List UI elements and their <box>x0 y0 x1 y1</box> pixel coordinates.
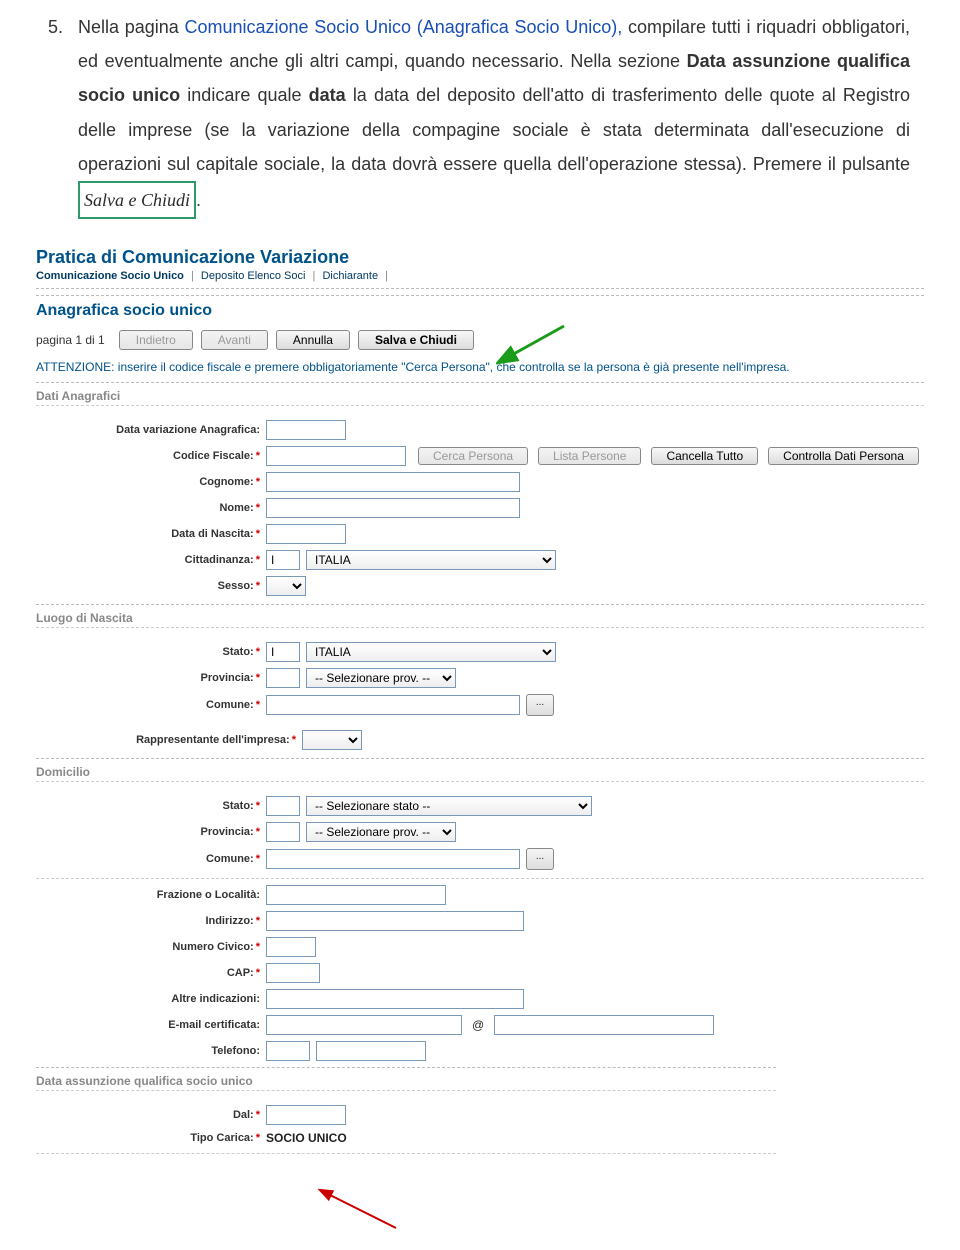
select-birth-provincia[interactable]: -- Selezionare prov. -- <box>306 668 456 688</box>
label-sesso: Sesso:* <box>36 580 266 592</box>
label-cap: CAP:* <box>36 967 266 979</box>
cancella-tutto-button[interactable]: Cancella Tutto <box>651 447 758 465</box>
label-civico: Numero Civico:* <box>36 941 266 953</box>
input-frazione[interactable] <box>266 885 446 905</box>
input-birth-stato-code[interactable] <box>266 642 300 662</box>
label-pec: E-mail certificata: <box>36 1019 266 1031</box>
input-cognome[interactable] <box>266 472 520 492</box>
label-dal: Dal:* <box>36 1109 266 1121</box>
instr-bold-data: data <box>309 85 346 105</box>
select-birth-stato[interactable]: ITALIA <box>306 642 556 662</box>
lookup-comune-birth-button[interactable]: ... <box>526 694 554 716</box>
forward-button[interactable]: Avanti <box>201 330 268 350</box>
cancel-button[interactable]: Annulla <box>276 330 350 350</box>
toolbar: pagina 1 di 1 Indietro Avanti Annulla Sa… <box>36 330 924 350</box>
label-rappresentante: Rappresentante dell'impresa:* <box>36 734 302 746</box>
lookup-comune-dom-button[interactable]: ... <box>526 848 554 870</box>
label-birth-comune: Comune:* <box>36 699 266 711</box>
red-arrow-icon <box>318 1186 408 1236</box>
group-anagrafici: Dati Anagrafici <box>36 382 924 406</box>
input-indirizzo[interactable] <box>266 911 524 931</box>
label-indirizzo: Indirizzo:* <box>36 915 266 927</box>
label-tipo-carica: Tipo Carica:* <box>36 1132 266 1144</box>
input-birth-prov-code[interactable] <box>266 668 300 688</box>
tab-deposito[interactable]: Deposito Elenco Soci <box>201 270 306 282</box>
input-dom-stato-code[interactable] <box>266 796 300 816</box>
label-altre: Altre indicazioni: <box>36 993 266 1005</box>
select-dom-provincia[interactable]: -- Selezionare prov. -- <box>306 822 456 842</box>
group-qualifica: Data assunzione qualifica socio unico <box>36 1067 776 1091</box>
select-dom-stato[interactable]: -- Selezionare stato -- <box>306 796 592 816</box>
select-rappresentante[interactable] <box>302 730 362 750</box>
label-data-nascita: Data di Nascita:* <box>36 528 266 540</box>
input-civico[interactable] <box>266 937 316 957</box>
section-title: Anagrafica socio unico <box>36 295 924 320</box>
tab-dichiarante[interactable]: Dichiarante <box>322 270 378 282</box>
instr-text: Nella pagina <box>78 17 185 37</box>
label-nome: Nome:* <box>36 502 266 514</box>
input-tel-prefix[interactable] <box>266 1041 310 1061</box>
save-button[interactable]: Salva e Chiudi <box>358 330 474 350</box>
page-title: Pratica di Comunicazione Variazione <box>36 247 924 268</box>
label-birth-stato: Stato:* <box>36 646 266 658</box>
pager-label: pagina 1 di 1 <box>36 333 105 347</box>
label-birth-provincia: Provincia:* <box>36 672 266 684</box>
input-tel-number[interactable] <box>316 1041 426 1061</box>
input-birth-comune[interactable] <box>266 695 520 715</box>
lista-persone-button[interactable]: Lista Persone <box>538 447 641 465</box>
label-cognome: Cognome:* <box>36 476 266 488</box>
label-dom-stato: Stato:* <box>36 800 266 812</box>
label-cittadinanza: Cittadinanza:* <box>36 554 266 566</box>
tab-comunicazione[interactable]: Comunicazione Socio Unico <box>36 270 184 282</box>
tab-bar: Comunicazione Socio Unico | Deposito Ele… <box>36 270 924 289</box>
salva-chiudi-highlight: Salva e Chiudi <box>78 181 196 219</box>
label-dom-provincia: Provincia:* <box>36 826 266 838</box>
label-frazione: Frazione o Località: <box>36 889 266 901</box>
back-button[interactable]: Indietro <box>119 330 193 350</box>
cerca-persona-button[interactable]: Cerca Persona <box>418 447 528 465</box>
at-symbol: @ <box>468 1018 488 1032</box>
list-number: 5. <box>48 10 63 44</box>
value-tipo-carica: SOCIO UNICO <box>266 1131 347 1145</box>
input-pec-local[interactable] <box>266 1015 462 1035</box>
attention-notice: ATTENZIONE: inserire il codice fiscale e… <box>36 360 924 374</box>
input-data-nascita[interactable] <box>266 524 346 544</box>
input-cittadinanza-code[interactable] <box>266 550 300 570</box>
instr-link: Comunicazione Socio Unico (Anagrafica So… <box>185 17 623 37</box>
input-dom-prov-code[interactable] <box>266 822 300 842</box>
instruction-block: 5. Nella pagina Comunicazione Socio Unic… <box>0 10 960 239</box>
input-cap[interactable] <box>266 963 320 983</box>
select-sesso[interactable] <box>266 576 306 596</box>
label-data-variazione: Data variazione Anagrafica: <box>36 424 266 436</box>
input-altre[interactable] <box>266 989 524 1009</box>
group-luogo-nascita: Luogo di Nascita <box>36 604 924 628</box>
label-telefono: Telefono: <box>36 1045 266 1057</box>
input-pec-domain[interactable] <box>494 1015 714 1035</box>
input-dal[interactable] <box>266 1105 346 1125</box>
select-cittadinanza[interactable]: ITALIA <box>306 550 556 570</box>
input-nome[interactable] <box>266 498 520 518</box>
input-dom-comune[interactable] <box>266 849 520 869</box>
group-domicilio: Domicilio <box>36 758 924 782</box>
input-data-variazione[interactable] <box>266 420 346 440</box>
controlla-dati-button[interactable]: Controlla Dati Persona <box>768 447 919 465</box>
label-dom-comune: Comune:* <box>36 853 266 865</box>
input-codice-fiscale[interactable] <box>266 446 406 466</box>
label-codice-fiscale: Codice Fiscale:* <box>36 450 266 462</box>
